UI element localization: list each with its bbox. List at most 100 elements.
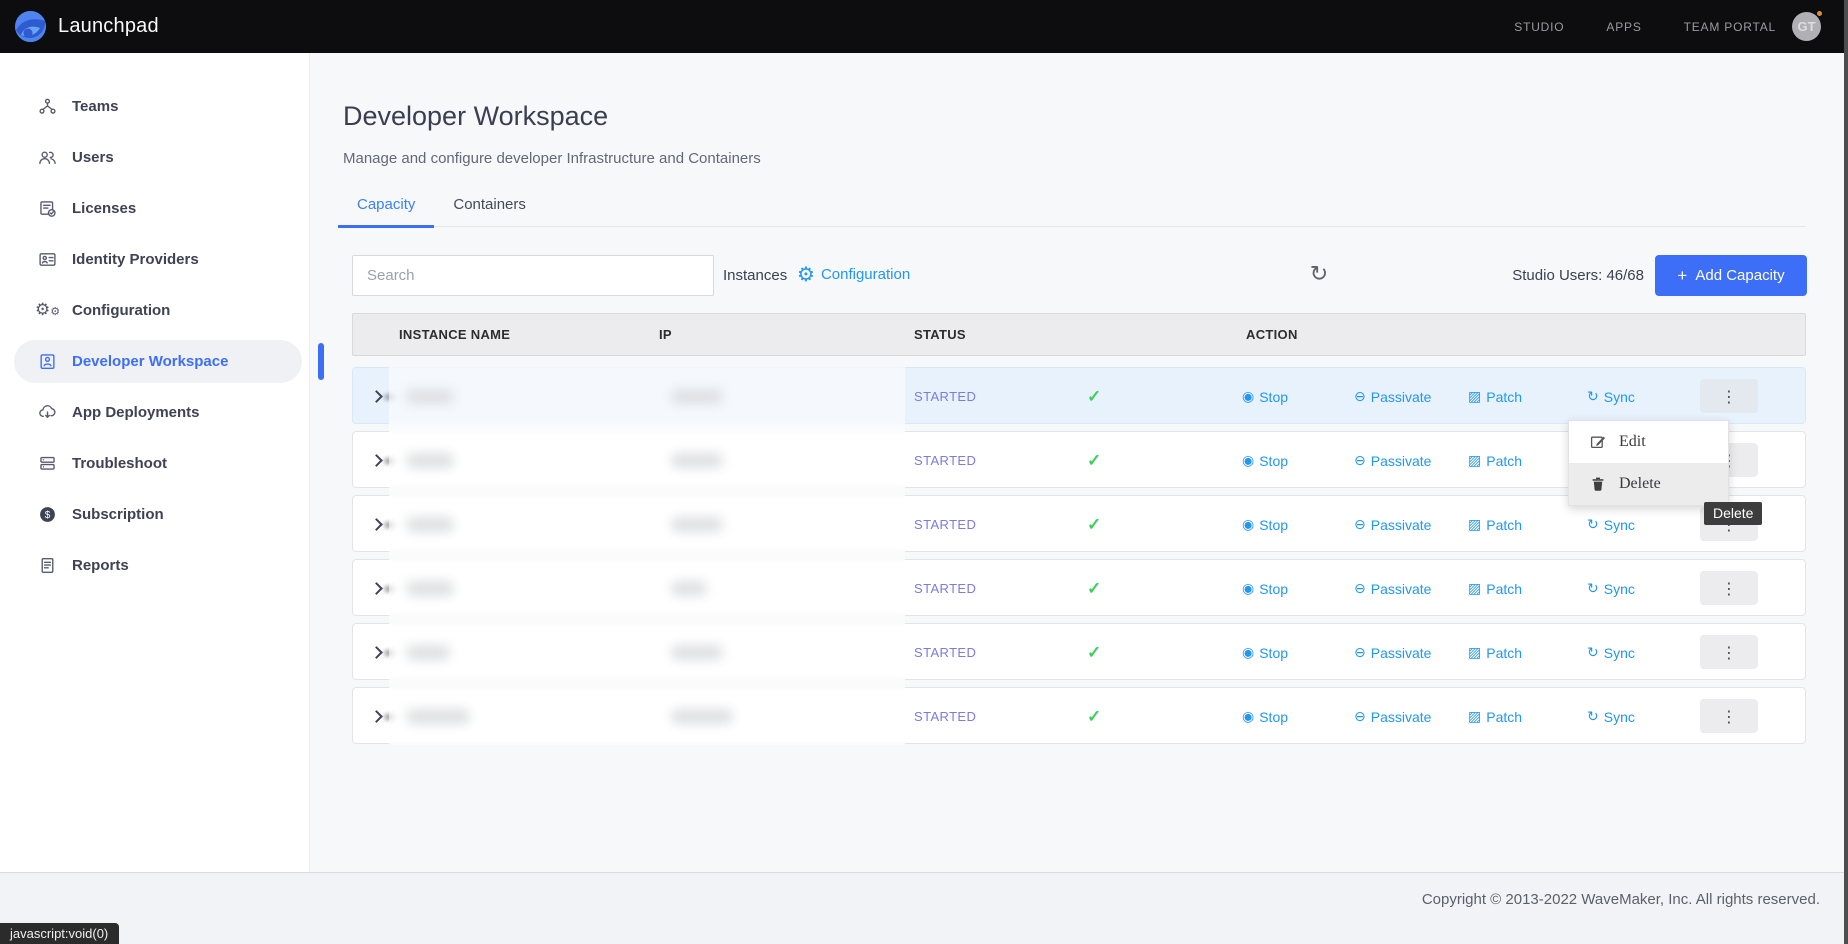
link-preview-statusbar: javascript:void(0) (0, 923, 119, 944)
menu-item-edit[interactable]: Edit (1569, 421, 1728, 463)
table-row[interactable]: STARTED ✓ ◉Stop⊖Passivate▨Patch↻Sync ⋮ (352, 623, 1806, 680)
identity-providers-icon (38, 250, 57, 269)
tab-containers[interactable]: Containers (434, 196, 545, 227)
stop-icon: ◉ (1242, 390, 1254, 404)
sidebar-item-label: Subscription (72, 506, 164, 523)
table-row[interactable]: STARTED ✓ ◉Stop⊖Passivate▨Patch↻Sync ⋮ (352, 367, 1806, 424)
sync-action[interactable]: ↻Sync (1587, 368, 1635, 425)
passivate-action[interactable]: ⊖Passivate (1354, 368, 1431, 425)
page-scrollbar[interactable] (1844, 0, 1848, 944)
passivate-icon: ⊖ (1354, 710, 1366, 724)
teams-icon (38, 97, 57, 116)
sidebar-item-licenses[interactable]: Licenses (0, 187, 309, 230)
action-label: Sync (1604, 709, 1635, 725)
sync-action[interactable]: ↻Sync (1587, 688, 1635, 745)
sidebar-item-developer-workspace[interactable]: Developer Workspace (14, 340, 302, 383)
table-row[interactable]: STARTED ✓ ◉Stop⊖Passivate▨Patch↻Sync ⋮ (352, 687, 1806, 744)
trash-icon (1589, 475, 1607, 493)
row-menu-button[interactable]: ⋮ (1700, 379, 1758, 413)
action-label: Sync (1604, 645, 1635, 661)
sidebar-item-reports[interactable]: Reports (0, 544, 309, 587)
stop-action[interactable]: ◉Stop (1242, 432, 1288, 489)
search-input[interactable] (352, 255, 714, 296)
passivate-action[interactable]: ⊖Passivate (1354, 624, 1431, 681)
tab-capacity[interactable]: Capacity (338, 196, 434, 227)
sidebar-item-label: Troubleshoot (72, 455, 167, 472)
app-deployments-icon (38, 403, 57, 422)
sidebar-item-label: Configuration (72, 302, 170, 319)
refresh-icon[interactable]: ↻ (1305, 261, 1333, 289)
configuration-link[interactable]: ⚙ Configuration (797, 264, 910, 284)
sidebar-item-users[interactable]: Users (0, 136, 309, 179)
studio-users-count: Studio Users: 46/68 (1392, 267, 1644, 284)
passivate-action[interactable]: ⊖Passivate (1354, 560, 1431, 617)
patch-action[interactable]: ▨ Patch (1468, 688, 1522, 745)
table-row[interactable]: STARTED ✓ ◉Stop⊖Passivate▨Patch↻Sync ⋮ (352, 559, 1806, 616)
stop-action[interactable]: ◉Stop (1242, 688, 1288, 745)
action-label: Patch (1486, 645, 1522, 661)
row-menu-button[interactable]: ⋮ (1700, 699, 1758, 733)
sidebar-item-app-deployments[interactable]: App Deployments (0, 391, 309, 434)
stop-action[interactable]: ◉Stop (1242, 368, 1288, 425)
action-label: Patch (1486, 453, 1522, 469)
sidebar: Teams Users Licenses Identity Providers ⚙⚙ Co… (0, 53, 310, 872)
sidebar-item-label: Developer Workspace (72, 353, 228, 370)
column-instance-name: INSTANCE NAME (399, 314, 510, 355)
action-label: Patch (1486, 581, 1522, 597)
action-label: Passivate (1371, 389, 1432, 405)
user-avatar[interactable]: GT (1792, 12, 1821, 41)
action-label: Sync (1604, 517, 1635, 533)
action-label: Sync (1604, 581, 1635, 597)
sync-icon: ↻ (1587, 582, 1599, 596)
action-label: Patch (1486, 709, 1522, 725)
sidebar-item-identity-providers[interactable]: Identity Providers (0, 238, 309, 281)
patch-action[interactable]: ▨Patch (1468, 368, 1522, 425)
passivate-icon: ⊖ (1354, 582, 1366, 596)
svg-text:$: $ (45, 510, 51, 521)
stop-icon: ◉ (1242, 646, 1254, 660)
sidebar-item-label: Reports (72, 557, 129, 574)
stop-action[interactable]: ◉Stop (1242, 496, 1288, 553)
action-label: Stop (1259, 453, 1288, 469)
action-label: Passivate (1371, 709, 1432, 725)
patch-icon: ▨ (1468, 646, 1481, 660)
passivate-action[interactable]: ⊖ Passivate (1354, 688, 1431, 745)
row-menu-button[interactable]: ⋮ (1700, 635, 1758, 669)
stop-action[interactable]: ◉ Stop (1242, 624, 1288, 681)
sidebar-item-configuration[interactable]: ⚙⚙ Configuration (0, 289, 309, 332)
tab-bar: Capacity Containers (338, 196, 1806, 227)
stop-action[interactable]: ◉Stop (1242, 560, 1288, 617)
patch-action[interactable]: ▨ Patch (1468, 624, 1522, 681)
patch-action[interactable]: ▨Patch (1468, 496, 1522, 553)
passivate-action[interactable]: ⊖Passivate (1354, 496, 1431, 553)
brand-name: Launchpad (58, 15, 159, 38)
developer-workspace-icon (38, 352, 57, 371)
sidebar-item-teams[interactable]: Teams (0, 85, 309, 128)
passivate-icon: ⊖ (1354, 454, 1366, 468)
nav-studio[interactable]: STUDIO (1514, 20, 1564, 34)
nav-apps[interactable]: APPS (1606, 20, 1641, 34)
patch-icon: ▨ (1468, 710, 1481, 724)
passivate-action[interactable]: ⊖Passivate (1354, 432, 1431, 489)
patch-action[interactable]: ▨Patch (1468, 560, 1522, 617)
patch-action[interactable]: ▨Patch (1468, 432, 1522, 489)
add-capacity-button[interactable]: + Add Capacity (1655, 255, 1807, 296)
sidebar-item-label: App Deployments (72, 404, 200, 421)
row-menu-button[interactable]: ⋮ (1700, 571, 1758, 605)
nav-team-portal[interactable]: TEAM PORTAL (1684, 20, 1776, 34)
row-actions: ◉Stop ⊖Passivate ▨Patch ↻Sync (353, 368, 1805, 425)
sidebar-item-troubleshoot[interactable]: Troubleshoot (0, 442, 309, 485)
action-label: Sync (1604, 389, 1635, 405)
action-label: Stop (1259, 645, 1288, 661)
licenses-icon (38, 199, 57, 218)
brand[interactable]: Launchpad (0, 11, 159, 42)
configuration-icon: ⚙⚙ (38, 301, 57, 320)
menu-item-delete[interactable]: Delete (1569, 463, 1728, 505)
sync-icon: ↻ (1587, 646, 1599, 660)
plus-icon: + (1677, 266, 1687, 286)
row-actions: ◉ Stop ⊖Passivate ▨ Patch ↻ Sync (353, 624, 1805, 681)
row-actions: ◉Stop ⊖Passivate ▨Patch ↻ Sync (353, 560, 1805, 617)
sync-action[interactable]: ↻ Sync (1587, 624, 1635, 681)
sync-action[interactable]: ↻ Sync (1587, 560, 1635, 617)
sidebar-item-subscription[interactable]: $ Subscription (0, 493, 309, 536)
